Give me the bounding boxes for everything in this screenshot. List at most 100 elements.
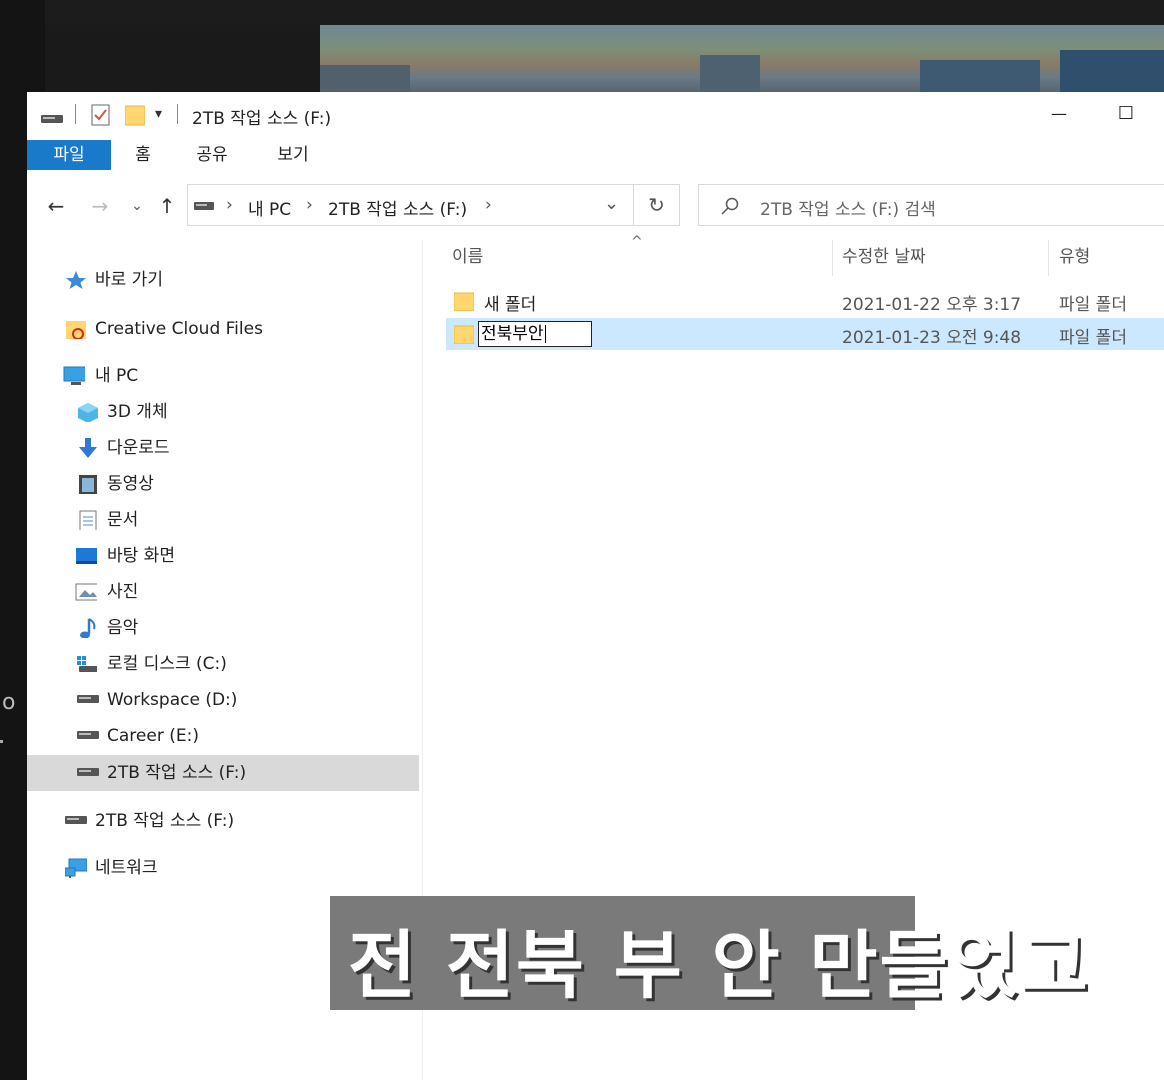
text-caret [544,325,546,343]
tab-view[interactable]: 보기 [271,140,315,170]
nav-item-label: 로컬 디스크 (C:) [107,654,227,674]
nav-item-label: 다운로드 [107,438,170,458]
pc-icon [63,366,85,385]
nav-item-label: 문서 [107,510,139,530]
breadcrumb-my-pc[interactable]: 내 PC [248,195,291,220]
minimize-button[interactable]: — [1047,102,1071,126]
nav-item-my-pc[interactable]: 내 PC [63,358,385,394]
forward-button[interactable]: → [88,194,112,218]
nav-item-3d-objects[interactable]: 3D 개체 [77,394,397,430]
nav-item-drive-f-root[interactable]: 2TB 작업 소스 (F:) [65,803,385,839]
nav-item-label: 바탕 화면 [107,546,175,566]
breadcrumb-chevron-icon[interactable]: › [306,195,313,215]
star-icon [66,271,86,289]
creative-cloud-folder-icon [66,321,86,339]
nav-item-label: 2TB 작업 소스 (F:) [95,811,235,831]
nav-item-label: 사진 [107,582,139,602]
nav-item-career-e[interactable]: Career (E:) [77,718,397,754]
drive-icon [194,202,214,210]
drive-icon [65,816,87,824]
download-icon [79,438,97,458]
file-modified: 2021-01-22 오후 3:17 [842,295,1022,315]
breadcrumb-chevron-icon[interactable]: › [485,195,492,215]
file-name: 새 폴더 [484,295,537,315]
recent-locations-button[interactable]: ⌄ [125,194,149,218]
video-caption: 전 전북 부 안 만들었고 [330,896,1088,1010]
search-placeholder: 2TB 작업 소스 (F:) 검색 [760,200,936,220]
search-icon [721,197,739,215]
windows-drive-icon [77,656,97,672]
file-row[interactable]: 새 폴더 2021-01-22 오후 3:17 파일 폴더 [446,285,1164,317]
window-title: 2TB 작업 소스 (F:) [192,109,332,129]
background-side-dot [0,740,3,743]
column-separator[interactable] [1048,240,1049,276]
video-icon [79,475,97,494]
nav-item-pictures[interactable]: 사진 [75,574,397,610]
nav-item-label: 2TB 작업 소스 (F:) [107,763,247,783]
nav-item-label: 3D 개체 [107,402,168,422]
navigation-bar: ← → ⌄ ↑ › 내 PC › 2TB 작업 소스 (F:) › ⌄ ↻ 2T… [27,182,1164,232]
folder-icon [454,325,474,344]
column-separator[interactable] [832,240,833,276]
nav-item-desktop[interactable]: 바탕 화면 [76,538,397,574]
file-type: 파일 폴더 [1059,328,1127,348]
drive-icon [77,768,99,776]
folder-icon [454,292,474,311]
search-box[interactable]: 2TB 작업 소스 (F:) 검색 [698,184,1164,226]
sort-indicator-icon: ^ [631,234,643,250]
nav-item-label: Workspace (D:) [107,690,238,710]
breadcrumb-chevron-icon[interactable]: › [226,195,233,215]
picture-icon [75,583,97,601]
up-button[interactable]: ↑ [155,194,179,218]
nav-item-label: 내 PC [95,366,139,386]
tab-file[interactable]: 파일 [27,140,111,170]
nav-item-local-disk-c[interactable]: 로컬 디스크 (C:) [77,646,397,682]
nav-item-label: 네트워크 [95,858,158,878]
nav-item-network[interactable]: 네트워크 [65,850,385,886]
nav-item-creative-cloud-files[interactable]: Creative Cloud Files [65,311,385,347]
qa-separator [75,104,76,124]
nav-item-videos[interactable]: 동영상 [77,466,397,502]
column-header-name[interactable]: 이름 [452,242,483,267]
drive-icon [77,695,99,703]
nav-item-downloads[interactable]: 다운로드 [77,430,397,466]
background-side-text: o [2,690,16,715]
properties-icon[interactable] [91,104,111,126]
new-folder-icon[interactable] [125,104,145,126]
qa-separator [177,104,178,124]
file-modified: 2021-01-23 오전 9:48 [842,328,1022,348]
rename-input[interactable]: 전북부안 [478,321,592,347]
drive-icon [77,731,99,739]
desktop-icon [76,548,97,564]
document-icon [79,510,97,530]
column-header-modified[interactable]: 수정한 날짜 [842,242,926,267]
tab-share[interactable]: 공유 [190,140,234,170]
nav-item-label: 동영상 [107,474,154,494]
3d-objects-icon [78,403,98,422]
file-type: 파일 폴더 [1059,295,1127,315]
back-button[interactable]: ← [44,194,68,218]
nav-item-music[interactable]: 음악 [77,610,397,646]
music-icon [80,618,96,638]
nav-item-drive-f[interactable]: 2TB 작업 소스 (F:) [27,755,419,791]
title-bar: ▾ 2TB 작업 소스 (F:) — ☐ [27,92,1164,138]
nav-item-workspace-d[interactable]: Workspace (D:) [77,682,397,718]
nav-item-documents[interactable]: 문서 [77,502,397,538]
nav-item-quick-access[interactable]: 바로 가기 [65,262,385,298]
refresh-button[interactable]: ↻ [634,184,680,226]
rename-input-value: 전북부안 [481,324,544,344]
address-bar[interactable]: › 내 PC › 2TB 작업 소스 (F:) › ⌄ [187,184,634,226]
column-header-type[interactable]: 유형 [1059,242,1090,267]
maximize-button[interactable]: ☐ [1114,102,1138,126]
address-dropdown-icon[interactable]: ⌄ [604,193,619,214]
nav-item-label: Career (E:) [107,726,199,746]
network-icon [65,858,87,878]
tab-home[interactable]: 홈 [125,140,161,170]
qa-customize-icon[interactable]: ▾ [155,106,162,122]
breadcrumb-drive-f[interactable]: 2TB 작업 소스 (F:) [328,195,467,220]
background-aerial-photo [320,25,1164,95]
file-row-selected[interactable]: 전북부안 2021-01-23 오전 9:48 파일 폴더 [446,318,1164,350]
background-panel-top [45,0,1164,25]
drive-icon [41,115,63,123]
nav-item-label: 바로 가기 [95,270,163,290]
